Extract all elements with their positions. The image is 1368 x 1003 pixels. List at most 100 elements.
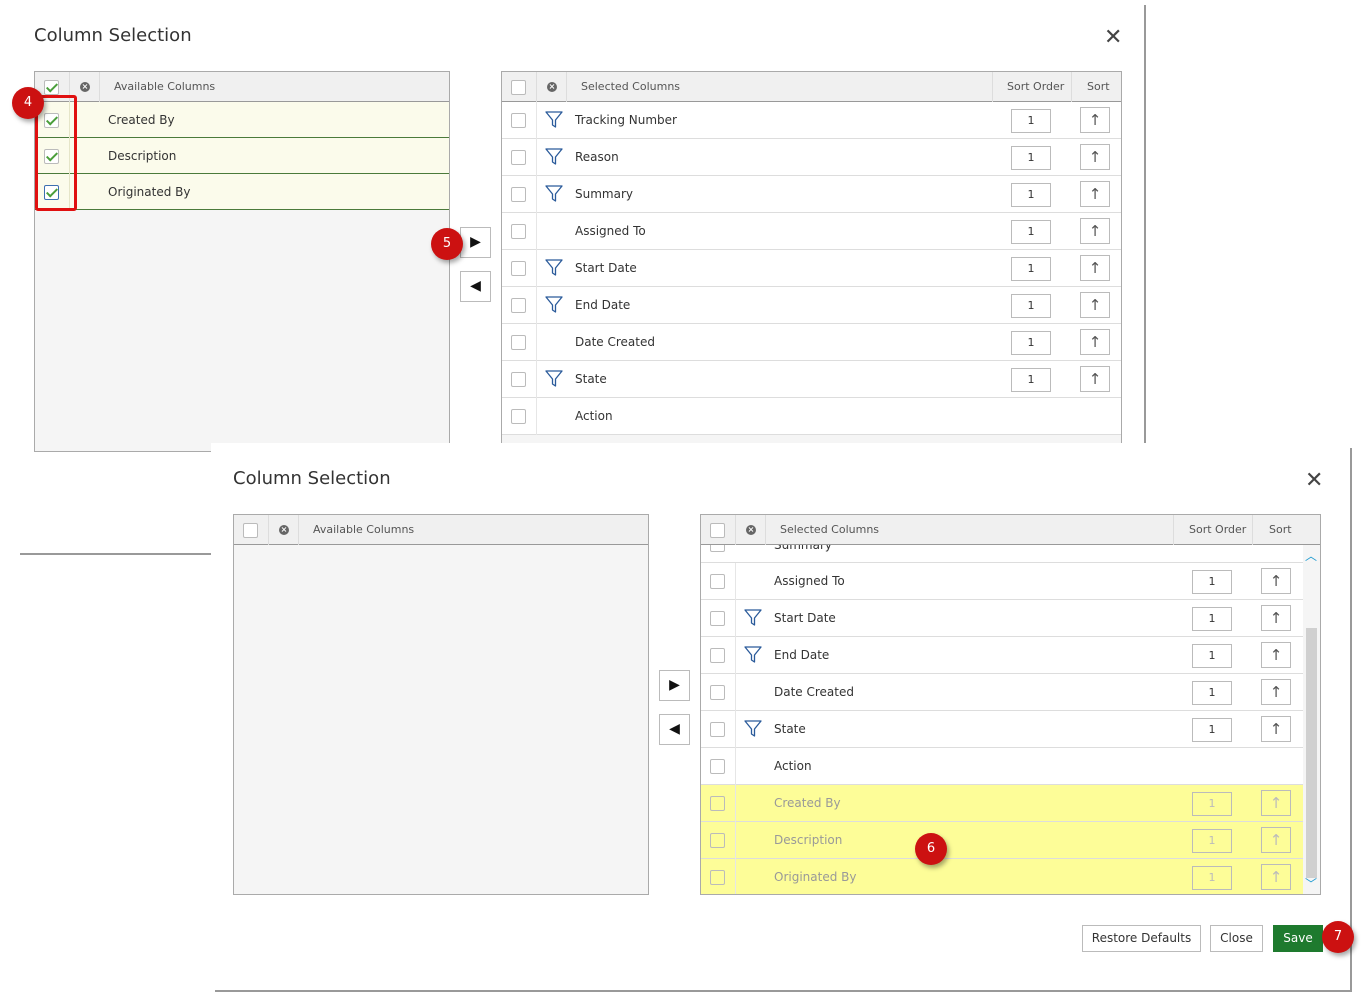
close-icon[interactable]: ✕ [1305,470,1323,492]
move-right-button[interactable]: ▶ [659,670,690,701]
move-left-button[interactable]: ◀ [460,271,491,302]
row-checkbox[interactable] [511,150,526,165]
scroll-up-icon[interactable]: ︿ [1305,547,1317,564]
filter-icon[interactable] [545,370,563,388]
filter-icon[interactable] [545,185,563,203]
sort-order-input[interactable]: 1 [1192,866,1232,890]
sort-order-input[interactable]: 1 [1192,644,1232,668]
row-checkbox[interactable] [710,870,725,885]
sort-arrow-up-icon[interactable]: ↑ [1080,107,1110,133]
sort-order-input[interactable]: 1 [1192,570,1232,594]
filter-icon[interactable] [545,111,563,129]
sort-order-input[interactable]: 1 [1011,183,1051,207]
available-item[interactable]: Originated By [35,174,449,210]
available-item[interactable]: Created By [35,102,449,138]
table-row[interactable]: Originated By 1 ↑ [701,859,1303,894]
sort-arrow-up-icon[interactable]: ↑ [1261,864,1291,890]
sort-arrow-up-icon[interactable]: ↑ [1261,790,1291,816]
sort-order-input[interactable]: 1 [1011,109,1051,133]
row-checkbox[interactable] [710,648,725,663]
scrollbar[interactable]: ︿ ﹀ [1303,545,1320,894]
restore-defaults-button[interactable]: Restore Defaults [1082,925,1201,952]
sort-order-input[interactable]: 1 [1192,681,1232,705]
table-row[interactable]: Summary 1 ↑ [502,176,1121,213]
row-checkbox[interactable] [710,574,725,589]
row-checkbox[interactable] [710,611,725,626]
sort-arrow-up-icon[interactable]: ↑ [1261,642,1291,668]
row-checkbox[interactable] [710,833,725,848]
sort-arrow-up-icon[interactable]: ↑ [1261,679,1291,705]
select-all-checkbox[interactable] [710,523,725,538]
sort-order-input[interactable]: 1 [1192,829,1232,853]
table-row[interactable]: Action [701,748,1303,785]
row-checkbox[interactable] [511,261,526,276]
filter-icon[interactable] [545,148,563,166]
move-right-button[interactable]: ▶ [460,227,491,258]
sort-order-input[interactable]: 1 [1011,331,1051,355]
table-row[interactable]: End Date 1 ↑ [701,637,1303,674]
sort-order-input[interactable]: 1 [1192,792,1232,816]
row-checkbox[interactable] [710,545,725,552]
clear-x-icon[interactable]: × [279,525,289,535]
filter-icon[interactable] [545,259,563,277]
filter-icon[interactable] [744,720,762,738]
table-row[interactable]: Date Created 1 ↑ [701,674,1303,711]
row-checkbox[interactable] [710,796,725,811]
filter-icon[interactable] [744,646,762,664]
available-item[interactable]: Description [35,138,449,174]
sort-arrow-up-icon[interactable]: ↑ [1080,218,1110,244]
sort-order-input[interactable]: 1 [1011,368,1051,392]
table-row[interactable]: Created By 1 ↑ [701,785,1303,822]
table-row[interactable]: Tracking Number 1 ↑ [502,102,1121,139]
sort-order-input[interactable]: 1 [1192,607,1232,631]
sort-order-input[interactable]: 1 [1011,146,1051,170]
sort-order-input[interactable]: 1 [1011,294,1051,318]
table-row[interactable]: Reason 1 ↑ [502,139,1121,176]
clear-x-icon[interactable]: × [547,82,557,92]
close-button[interactable]: Close [1210,925,1263,952]
sort-arrow-up-icon[interactable]: ↑ [1080,366,1110,392]
sort-arrow-up-icon[interactable]: ↑ [1080,181,1110,207]
close-icon[interactable]: ✕ [1104,27,1122,49]
row-checkbox[interactable] [710,759,725,774]
sort-arrow-up-icon[interactable]: ↑ [1080,144,1110,170]
filter-icon[interactable] [744,609,762,627]
row-checkbox[interactable] [710,685,725,700]
table-row[interactable]: Start Date 1 ↑ [701,600,1303,637]
clear-x-icon[interactable]: × [746,525,756,535]
row-checkbox[interactable] [511,298,526,313]
table-row[interactable]: End Date 1 ↑ [502,287,1121,324]
table-row[interactable]: Assigned To 1 ↑ [701,563,1303,600]
sort-arrow-up-icon[interactable]: ↑ [1261,827,1291,853]
save-button[interactable]: Save [1273,925,1323,952]
row-checkbox[interactable] [511,335,526,350]
row-checkbox[interactable] [511,372,526,387]
table-row[interactable]: Assigned To 1 ↑ [502,213,1121,250]
select-all-checkbox[interactable] [511,80,526,95]
sort-arrow-up-icon[interactable]: ↑ [1080,329,1110,355]
table-row[interactable]: Description 1 ↑ [701,822,1303,859]
row-checkbox[interactable] [511,409,526,424]
sort-arrow-up-icon[interactable]: ↑ [1261,605,1291,631]
filter-icon[interactable] [545,296,563,314]
table-row[interactable]: Start Date 1 ↑ [502,250,1121,287]
row-checkbox[interactable] [511,224,526,239]
table-row[interactable]: Action [502,398,1121,435]
table-row[interactable]: State 1 ↑ [701,711,1303,748]
row-checkbox[interactable] [511,113,526,128]
select-all-checkbox[interactable] [243,523,258,538]
sort-arrow-up-icon[interactable]: ↑ [1261,716,1291,742]
sort-arrow-up-icon[interactable]: ↑ [1080,255,1110,281]
table-row[interactable]: State 1 ↑ [502,361,1121,398]
row-checkbox[interactable] [710,722,725,737]
select-all-checkbox[interactable] [44,80,59,95]
sort-order-input[interactable]: 1 [1011,220,1051,244]
table-row-partial[interactable]: Summary [701,545,1303,563]
row-checkbox[interactable] [511,187,526,202]
sort-arrow-up-icon[interactable]: ↑ [1080,292,1110,318]
scrollbar-thumb[interactable] [1306,628,1317,878]
move-left-button[interactable]: ◀ [659,714,690,745]
sort-order-input[interactable]: 1 [1192,718,1232,742]
table-row[interactable]: Date Created 1 ↑ [502,324,1121,361]
sort-order-input[interactable]: 1 [1011,257,1051,281]
